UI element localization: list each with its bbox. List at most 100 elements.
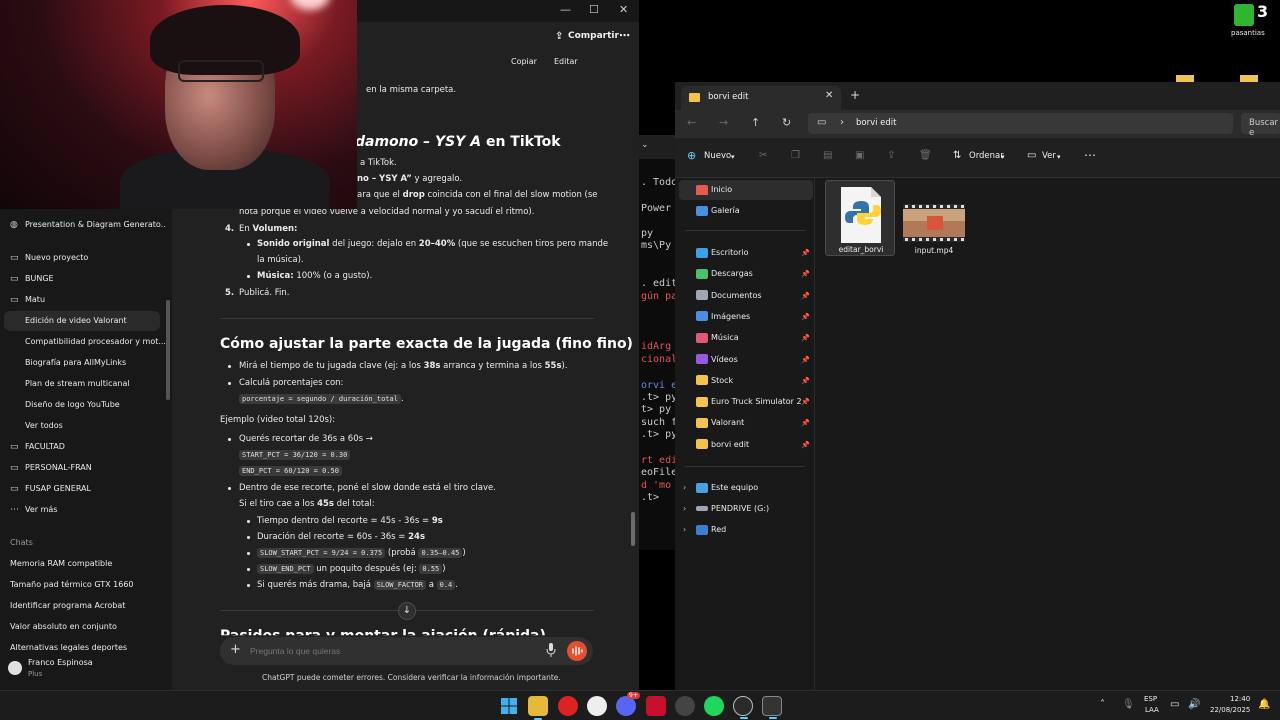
pin-icon[interactable]: 📌 <box>801 435 810 455</box>
sidebar-folder-personal[interactable]: ▭ PERSONAL-FRAN <box>0 458 166 478</box>
terminal-taskbar-icon[interactable] <box>762 696 782 719</box>
pin-icon[interactable]: 📌 <box>801 264 810 284</box>
plus-icon[interactable]: + <box>230 642 241 657</box>
sidebar-item-edicion-video[interactable]: Edición de video Valorant <box>4 311 160 331</box>
chevron-down-icon[interactable]: ⌄ <box>641 140 649 150</box>
nav-item-pendrive[interactable]: › PENDRIVE (G:) <box>679 499 813 519</box>
desktop-app-icon[interactable] <box>1234 4 1254 26</box>
new-project-button[interactable]: ▭ Nuevo proyecto <box>0 248 166 268</box>
opera-taskbar-icon[interactable] <box>558 696 578 716</box>
chrome-taskbar-icon[interactable] <box>675 696 695 716</box>
nav-item-pinned[interactable]: Descargas 📌 <box>679 264 813 284</box>
network-icon[interactable]: ▭ <box>1170 699 1179 710</box>
nav-item-network[interactable]: › Red <box>679 520 813 540</box>
pin-icon[interactable]: 📌 <box>801 371 810 391</box>
desktop-folder-icon[interactable] <box>1176 75 1194 82</box>
nav-item-this-pc[interactable]: › Este equipo <box>679 478 813 498</box>
nav-item-pinned[interactable]: Euro Truck Simulator 2 📌 <box>679 392 813 412</box>
clock-time[interactable]: 12:40 <box>1230 695 1250 703</box>
sidebar-item-biografia[interactable]: Biografía para AllMyLinks <box>0 353 166 373</box>
volume-icon[interactable]: 🔊 <box>1188 699 1200 710</box>
copy-button[interactable]: Copiar <box>511 57 537 66</box>
notifications-bell-icon[interactable]: 🔔 <box>1258 699 1270 710</box>
new-tab-button[interactable]: + <box>850 88 860 102</box>
sidebar-gpt-item[interactable]: ◍ Presentation & Diagram Generato... <box>0 215 166 235</box>
address-bar[interactable]: ▭ › borvi edit <box>808 113 1233 134</box>
nav-item-pinned[interactable]: Vídeos 📌 <box>679 350 813 370</box>
sidebar-item-ver-todos[interactable]: Ver todos <box>0 416 166 436</box>
sidebar-folder-fusap[interactable]: ▭ FUSAP GENERAL <box>0 479 166 499</box>
start-button[interactable] <box>499 696 519 716</box>
share-button[interactable]: Compartir <box>568 31 619 41</box>
view-button[interactable]: Ver <box>1042 151 1056 161</box>
pin-icon[interactable]: 📌 <box>801 328 810 348</box>
file-python[interactable]: editar_borvi <box>825 180 895 256</box>
sidebar-folder-matu[interactable]: ▭ Matu <box>0 290 166 310</box>
nav-item-pinned[interactable]: borvi edit 📌 <box>679 435 813 455</box>
terminal-window[interactable]: . Todo Power py ms\Py . edit gún pa idAr… <box>639 135 675 550</box>
share-icon[interactable]: ⇪ <box>887 150 895 161</box>
sort-button[interactable]: Ordenar <box>969 151 1004 161</box>
new-button[interactable]: Nuevo <box>704 151 731 161</box>
cut-icon[interactable]: ✂ <box>759 150 767 161</box>
close-button[interactable]: ✕ <box>619 3 628 16</box>
paste-icon[interactable]: ▤ <box>823 150 832 161</box>
nav-item-pinned[interactable]: Imágenes 📌 <box>679 307 813 327</box>
chat-item[interactable]: Alternativas legales deportes <box>10 643 127 652</box>
user-menu[interactable]: Franco Espinosa Plus <box>8 658 168 682</box>
chevron-right-icon[interactable]: › <box>683 520 686 540</box>
minimize-button[interactable]: — <box>560 3 571 16</box>
pin-icon[interactable]: 📌 <box>801 286 810 306</box>
sidebar-see-more[interactable]: ⋯ Ver más <box>0 500 166 520</box>
language-indicator[interactable]: ESP <box>1144 695 1157 703</box>
file-explorer-taskbar-icon[interactable] <box>528 696 548 720</box>
scroll-down-button[interactable]: ↓ <box>398 602 416 620</box>
chatgpt-taskbar-icon[interactable] <box>733 696 753 719</box>
pin-icon[interactable]: 📌 <box>801 413 810 433</box>
forward-arrow-icon[interactable]: → <box>719 116 728 129</box>
prompt-input[interactable] <box>250 646 530 656</box>
tab-close-button[interactable]: ✕ <box>825 90 833 101</box>
chat-item[interactable]: Memoria RAM compatible <box>10 559 112 568</box>
copy-icon[interactable]: ❐ <box>791 150 800 161</box>
nav-item-pinned[interactable]: Música 📌 <box>679 328 813 348</box>
chat-item[interactable]: Valor absoluto en conjunto <box>10 622 117 631</box>
edit-button[interactable]: Editar <box>554 57 578 66</box>
sidebar-folder-bunge[interactable]: ▭ BUNGE <box>0 269 166 289</box>
clock-taskbar-icon[interactable] <box>587 696 607 716</box>
rename-icon[interactable]: ▣ <box>855 150 864 161</box>
voice-mode-button[interactable] <box>567 641 587 661</box>
file-video[interactable]: input.mp4 <box>899 180 969 256</box>
pin-icon[interactable]: 📌 <box>801 307 810 327</box>
more-options-button[interactable]: ⋯ <box>1084 148 1096 162</box>
spotify-taskbar-icon[interactable] <box>704 696 724 716</box>
content-scrollbar[interactable] <box>631 512 635 546</box>
nav-item-pinned[interactable]: Valorant 📌 <box>679 413 813 433</box>
sidebar-item-logo[interactable]: Diseño de logo YouTube <box>0 395 166 415</box>
microphone-icon[interactable] <box>546 643 556 657</box>
back-arrow-icon[interactable]: ← <box>687 116 696 129</box>
nav-item-home[interactable]: Inicio <box>679 180 813 200</box>
microphone-icon[interactable]: 🎙 <box>1122 699 1135 710</box>
more-options-button[interactable]: ⋯ <box>619 29 630 42</box>
sidebar-scrollbar[interactable] <box>166 300 170 400</box>
nav-item-pinned[interactable]: Escritorio 📌 <box>679 243 813 263</box>
chat-item[interactable]: Identificar programa Acrobat <box>10 601 125 610</box>
adobe-taskbar-icon[interactable] <box>646 696 666 716</box>
nav-item-gallery[interactable]: Galería <box>679 201 813 221</box>
search-box[interactable]: Buscar e <box>1241 113 1280 138</box>
sidebar-folder-facultad[interactable]: ▭ FACULTAD <box>0 437 166 457</box>
chat-item[interactable]: Tamaño pad térmico GTX 1660 <box>10 580 134 589</box>
up-arrow-icon[interactable]: ↑ <box>751 116 760 129</box>
delete-icon[interactable]: 🗑 <box>919 150 932 161</box>
chevron-right-icon[interactable]: › <box>683 499 686 519</box>
explorer-tab[interactable]: borvi edit ✕ <box>681 86 841 110</box>
sidebar-item-plan-stream[interactable]: Plan de stream multicanal <box>0 374 166 394</box>
pin-icon[interactable]: 📌 <box>801 392 810 412</box>
desktop-folder-icon[interactable] <box>1240 75 1258 82</box>
pin-icon[interactable]: 📌 <box>801 350 810 370</box>
refresh-icon[interactable]: ↻ <box>782 116 791 129</box>
chevron-right-icon[interactable]: › <box>840 117 844 128</box>
nav-item-pinned[interactable]: Documentos 📌 <box>679 286 813 306</box>
nav-item-pinned[interactable]: Stock 📌 <box>679 371 813 391</box>
